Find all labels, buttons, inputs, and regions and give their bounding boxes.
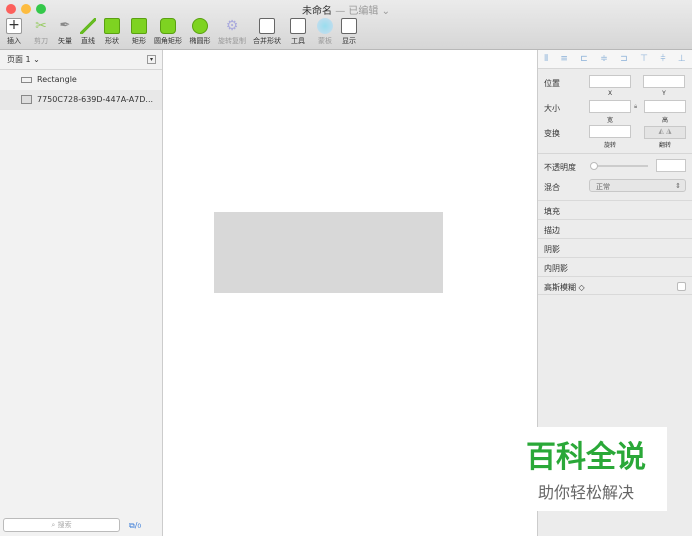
layers-panel: 页面 1 ⌄ ▾ Rectangle 7750C728-639D-447A-A7D… bbox=[0, 50, 163, 536]
align-center-icon[interactable]: ≑ bbox=[600, 54, 608, 64]
toolbar-label: 合并形状 bbox=[253, 37, 281, 45]
align-middle-icon[interactable]: ⫩ bbox=[660, 54, 665, 64]
opacity-field[interactable] bbox=[656, 159, 686, 172]
y-field[interactable] bbox=[643, 75, 685, 88]
y-caption: Y bbox=[662, 90, 666, 97]
flip-buttons[interactable]: ◭ ◮ bbox=[644, 126, 686, 139]
fill-section[interactable]: 填充 bbox=[538, 200, 692, 219]
title-text: 未命名 bbox=[302, 6, 333, 17]
toolbar-label: 旋转复制 bbox=[218, 37, 246, 45]
blend-label: 混合 bbox=[544, 183, 560, 192]
width-caption: 宽 bbox=[606, 117, 613, 124]
mask-icon bbox=[317, 18, 333, 34]
collapse-icon[interactable]: ▾ bbox=[147, 55, 156, 64]
x-caption: X bbox=[607, 90, 613, 97]
combine-icon bbox=[259, 18, 275, 34]
layer-tools[interactable]: ⧉/0 bbox=[129, 521, 141, 531]
layer-name: 7750C728-639D-447A-A7D... bbox=[37, 95, 154, 104]
size-label: 大小 bbox=[544, 104, 560, 113]
lock-icon[interactable]: 🔒︎ bbox=[634, 103, 637, 111]
page-label: 页面 1 ⌄ bbox=[7, 55, 40, 64]
rectangle-shape[interactable] bbox=[214, 212, 443, 293]
tools-icon bbox=[290, 18, 306, 34]
blend-select[interactable]: 正常 ⇕ bbox=[589, 179, 686, 192]
border-label: 描边 bbox=[544, 226, 560, 235]
rectangle-icon bbox=[131, 18, 147, 34]
rotate-copy-icon: ⚙ bbox=[225, 18, 239, 34]
rotate-caption: 旋转 bbox=[603, 142, 616, 149]
inner-shadow-section[interactable]: 内阴影 bbox=[538, 257, 692, 276]
toolbar-rounded-rect-button[interactable]: 圆角矩形 bbox=[151, 18, 185, 46]
toolbar-combine-button[interactable]: 合并形状 bbox=[250, 18, 284, 46]
align-top-icon[interactable]: ⊤ bbox=[640, 54, 648, 64]
watermark-title: 百科全说 bbox=[526, 440, 646, 475]
height-caption: 高 bbox=[661, 117, 668, 124]
toolbar-label: 显示 bbox=[342, 37, 356, 45]
oval-icon bbox=[192, 18, 208, 34]
view-icon bbox=[341, 18, 357, 34]
scissors-icon: ✂ bbox=[35, 18, 47, 34]
watermark-subtitle: 助你轻松解决 bbox=[537, 483, 634, 502]
image-icon bbox=[21, 95, 32, 104]
layer-name: Rectangle bbox=[37, 75, 77, 84]
align-left-icon[interactable]: ⊏ bbox=[580, 54, 588, 64]
toolbar-view-button[interactable]: 显示 bbox=[332, 18, 366, 46]
shadow-section[interactable]: 阴影 bbox=[538, 238, 692, 257]
canvas[interactable] bbox=[163, 50, 537, 536]
opacity-label: 不透明度 bbox=[544, 163, 576, 172]
rounded-rect-icon bbox=[160, 18, 176, 34]
plus-icon: + bbox=[6, 18, 22, 34]
transform-label: 变换 bbox=[544, 129, 560, 138]
blur-label: 高斯模糊 ◇ bbox=[544, 283, 585, 292]
chevron-updown-icon: ⇕ bbox=[675, 182, 681, 190]
watermark: 百科全说 助你轻松解决 bbox=[505, 427, 667, 511]
shapes-icon bbox=[104, 18, 120, 34]
edited-status: — 已编辑 ⌄ bbox=[335, 6, 390, 17]
page-selector[interactable]: 页面 1 ⌄ ▾ bbox=[0, 50, 162, 70]
border-section[interactable]: 描边 bbox=[538, 219, 692, 238]
align-bottom-icon[interactable]: ⊥ bbox=[678, 54, 686, 64]
width-field[interactable] bbox=[589, 100, 631, 113]
rectangle-icon bbox=[21, 77, 32, 83]
window-title: 未命名 — 已编辑 ⌄ bbox=[0, 2, 692, 17]
distribute-v-icon[interactable]: ≡ bbox=[560, 54, 568, 64]
toolbar-oval-button[interactable]: 椭圆形 bbox=[183, 18, 217, 46]
count: 0 bbox=[137, 523, 142, 530]
distribute-h-icon[interactable]: ⫴ bbox=[544, 54, 548, 64]
slider-knob[interactable] bbox=[590, 162, 598, 170]
toolbar: 未命名 — 已编辑 ⌄ + 插入 ✂ 剪刀 ✒ 矢量 直线 形状 矩形 圆角矩形 椭圆形 ⚙ 旋转复制合… bbox=[0, 0, 692, 50]
height-field[interactable] bbox=[644, 100, 686, 113]
flip-caption: 翻转 bbox=[658, 142, 671, 149]
layer-item[interactable]: Rectangle bbox=[0, 70, 162, 90]
position-label: 位置 bbox=[544, 79, 560, 88]
toolbar-rotate-copy-button[interactable]: ⚙ 旋转复制 bbox=[215, 18, 249, 46]
shadow-label: 阴影 bbox=[544, 245, 560, 254]
search-placeholder: 搜索 bbox=[57, 521, 72, 529]
inner-shadow-label: 内阴影 bbox=[544, 264, 568, 273]
toolbar-label: 圆角矩形 bbox=[154, 37, 182, 45]
layer-item[interactable]: 7750C728-639D-447A-A7D... bbox=[0, 90, 162, 110]
toolbar-label: 椭圆形 bbox=[189, 37, 211, 45]
blend-value: 正常 bbox=[596, 183, 610, 191]
blur-checkbox[interactable] bbox=[677, 282, 686, 291]
fill-label: 填充 bbox=[544, 207, 560, 216]
align-bar: ⫴ ≡ ⊏ ≑ ⊐ ⊤ ⫩ ⊥ bbox=[538, 50, 692, 69]
align-right-icon[interactable]: ⊐ bbox=[620, 54, 628, 64]
rotate-field[interactable] bbox=[589, 125, 631, 138]
search-input[interactable]: ⌕ 搜索 bbox=[3, 518, 120, 532]
blur-section[interactable]: 高斯模糊 ◇ bbox=[538, 276, 692, 295]
line-icon bbox=[80, 18, 96, 34]
x-field[interactable] bbox=[589, 75, 631, 88]
opacity-slider[interactable] bbox=[590, 162, 648, 170]
